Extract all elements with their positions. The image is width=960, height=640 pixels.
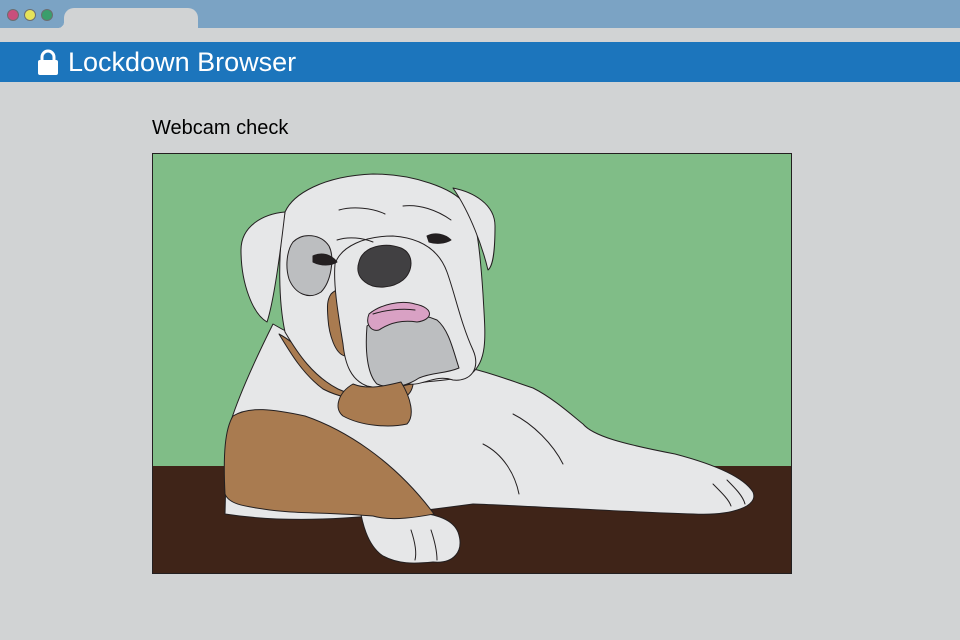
maximize-window-button[interactable] — [41, 9, 53, 21]
webcam-preview — [152, 153, 792, 574]
lock-icon — [38, 49, 58, 75]
app-title: Lockdown Browser — [68, 47, 297, 77]
webcam-feed-image — [153, 154, 791, 573]
minimize-window-button[interactable] — [24, 9, 36, 21]
close-window-button[interactable] — [7, 9, 19, 21]
app-header: Lockdown Browser — [0, 42, 960, 82]
window-title-bar — [0, 0, 960, 28]
browser-tab[interactable] — [58, 8, 198, 28]
section-title: Webcam check — [152, 117, 289, 139]
tab-strip-divider — [0, 28, 960, 42]
